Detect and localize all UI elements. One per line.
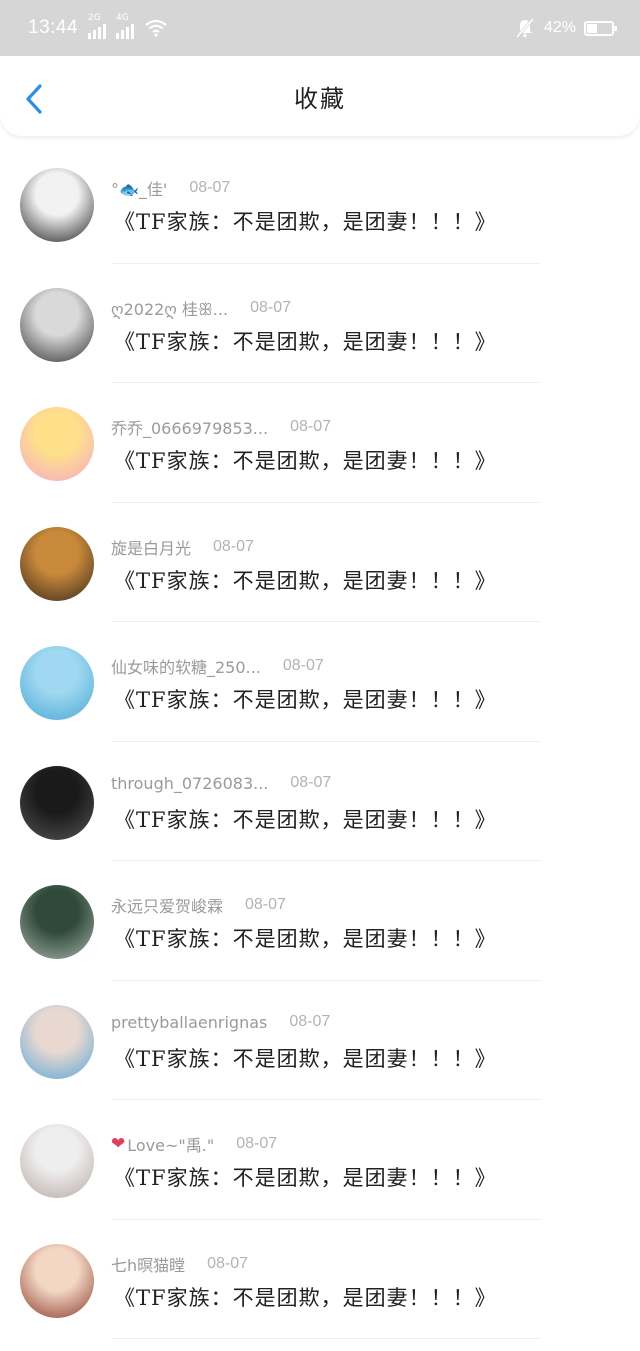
post-title[interactable]: 《TF家族：不是团欺，是团妻！！！》 bbox=[114, 923, 497, 953]
post-title[interactable]: 《TF家族：不是团欺，是团妻！！！》 bbox=[114, 326, 497, 356]
battery-percent: 42% bbox=[543, 19, 576, 36]
mute-bell-icon bbox=[515, 18, 535, 38]
avatar[interactable] bbox=[20, 1243, 94, 1318]
avatar[interactable] bbox=[20, 885, 94, 959]
username[interactable]: through_0726083... bbox=[111, 774, 268, 793]
avatar[interactable] bbox=[20, 1124, 94, 1198]
chevron-left-icon[interactable] bbox=[22, 82, 48, 116]
status-bar: 13:44 2G 4G 42% bbox=[0, 0, 640, 56]
status-time: 13:44 bbox=[28, 17, 79, 38]
header: 收藏 bbox=[0, 56, 640, 136]
divider bbox=[112, 1338, 540, 1339]
battery-icon bbox=[584, 20, 617, 36]
list-item[interactable]: 仙女味的软糖_250... 08-07 《TF家族：不是团欺，是团妻！！！》 bbox=[0, 622, 640, 742]
favorites-list: °🐟_佳' 08-07 《TF家族：不是团欺，是团妻！！！》 ღ2022ღ 桂ꕥ… bbox=[0, 144, 640, 1339]
post-date: 08-07 bbox=[290, 418, 331, 435]
avatar[interactable] bbox=[20, 526, 94, 601]
avatar[interactable] bbox=[20, 168, 94, 242]
username[interactable]: 仙女味的软糖_250... bbox=[111, 654, 261, 678]
post-date: 08-07 bbox=[207, 1254, 249, 1272]
username[interactable]: Love~"禹." bbox=[127, 1132, 214, 1156]
post-title[interactable]: 《TF家族：不是团欺，是团妻！！！》 bbox=[114, 684, 497, 714]
post-title[interactable]: 《TF家族：不是团欺，是团妻！！！》 bbox=[114, 1282, 497, 1312]
list-item[interactable]: °🐟_佳' 08-07 《TF家族：不是团欺，是团妻！！！》 bbox=[0, 144, 640, 264]
list-item[interactable]: through_0726083... 08-07 《TF家族：不是团欺，是团妻！… bbox=[0, 742, 640, 861]
post-date: 08-07 bbox=[250, 298, 291, 316]
username[interactable]: 旋是白月光 bbox=[111, 535, 191, 559]
post-title[interactable]: 《TF家族：不是团欺，是团妻！！！》 bbox=[114, 565, 497, 595]
username[interactable]: 七h暝猫瞠 bbox=[111, 1252, 185, 1276]
post-date: 08-07 bbox=[245, 896, 286, 913]
list-item[interactable]: 七h暝猫瞠 08-07 《TF家族：不是团欺，是团妻！！！》 bbox=[0, 1220, 640, 1339]
avatar[interactable] bbox=[20, 646, 94, 720]
signal-2g-icon: 2G bbox=[88, 13, 107, 39]
post-title[interactable]: 《TF家族：不是团欺，是团妻！！！》 bbox=[114, 445, 497, 475]
avatar[interactable] bbox=[20, 765, 94, 840]
list-item[interactable]: prettyballaenrignas 08-07 《TF家族：不是团欺，是团妻… bbox=[0, 981, 640, 1100]
post-date: 08-07 bbox=[236, 1135, 278, 1152]
post-date: 08-07 bbox=[282, 657, 324, 674]
page-title: 收藏 bbox=[294, 84, 346, 113]
post-title[interactable]: 《TF家族：不是团欺，是团妻！！！》 bbox=[114, 804, 497, 834]
username[interactable]: prettyballaenrignas bbox=[111, 1013, 267, 1032]
avatar[interactable] bbox=[20, 407, 94, 481]
username[interactable]: °🐟_佳' bbox=[111, 176, 167, 200]
username[interactable]: ღ2022ღ 桂ꕥ... bbox=[111, 296, 228, 320]
avatar[interactable] bbox=[20, 287, 94, 362]
username[interactable]: 乔乔_0666979853... bbox=[111, 415, 268, 439]
post-title[interactable]: 《TF家族：不是团欺，是团妻！！！》 bbox=[114, 206, 497, 236]
avatar[interactable] bbox=[20, 1004, 94, 1079]
post-title[interactable]: 《TF家族：不是团欺，是团妻！！！》 bbox=[114, 1162, 497, 1192]
post-date: 08-07 bbox=[289, 1013, 331, 1030]
signal-4g-icon: 4G bbox=[116, 13, 135, 39]
post-date: 08-07 bbox=[189, 179, 231, 196]
post-date: 08-07 bbox=[290, 774, 332, 791]
post-date: 08-07 bbox=[213, 537, 254, 555]
post-title[interactable]: 《TF家族：不是团欺，是团妻！！！》 bbox=[114, 1043, 497, 1073]
username[interactable]: 永远只爱贺峻霖 bbox=[111, 893, 223, 917]
wifi-icon bbox=[145, 19, 167, 37]
list-item[interactable]: ❤ Love~"禹." 08-07 《TF家族：不是团欺，是团妻！！！》 bbox=[0, 1100, 640, 1220]
list-item[interactable]: 永远只爱贺峻霖 08-07 《TF家族：不是团欺，是团妻！！！》 bbox=[0, 861, 640, 981]
heart-icon: ❤ bbox=[111, 1134, 126, 1154]
list-item[interactable]: 旋是白月光 08-07 《TF家族：不是团欺，是团妻！！！》 bbox=[0, 503, 640, 622]
list-item[interactable]: ღ2022ღ 桂ꕥ... 08-07 《TF家族：不是团欺，是团妻！！！》 bbox=[0, 264, 640, 383]
list-item[interactable]: 乔乔_0666979853... 08-07 《TF家族：不是团欺，是团妻！！！… bbox=[0, 383, 640, 503]
